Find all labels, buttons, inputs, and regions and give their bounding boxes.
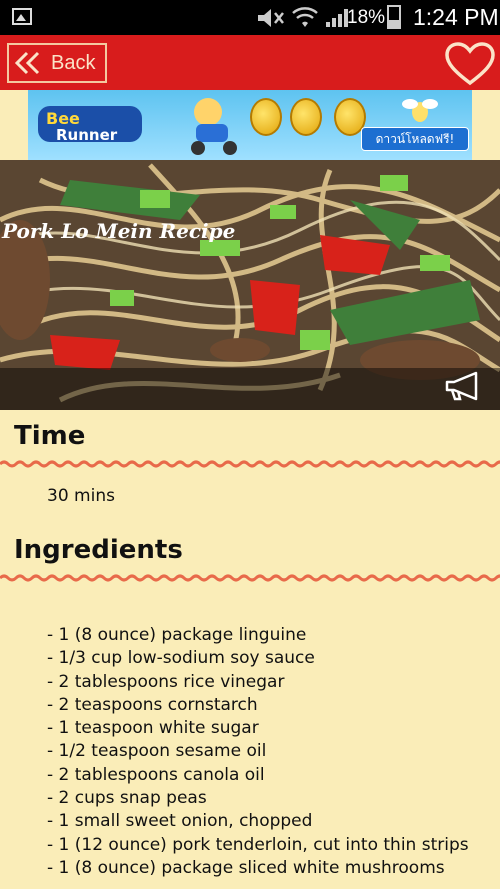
double-chevron-left-icon <box>15 51 40 75</box>
ingredient-item: - 1 small sweet onion, chopped <box>47 811 313 832</box>
ingredient-item: - 1 (8 ounce) package linguine <box>47 625 307 645</box>
ingredient-item: - 2 teaspoons cornstarch <box>47 694 258 715</box>
ingredient-item: - 2 cups snap peas <box>47 788 207 809</box>
app-bar: Back <box>0 35 500 90</box>
ingredient-item: - 1 (12 ounce) pork tenderloin, cut into… <box>47 834 469 855</box>
title-overlay <box>0 368 500 410</box>
recipe-hero-image <box>0 160 500 410</box>
ingredient-item: - 2 tablespoons rice vinegar <box>47 671 285 692</box>
download-cta[interactable]: ดาวน์โหลดฟรี! <box>361 127 469 151</box>
time-heading: Time <box>14 421 86 451</box>
coin-icon <box>250 98 282 136</box>
ingredient-item: - 1/3 cup low-sodium soy sauce <box>47 648 315 669</box>
ingredient-item: - 1 teaspoon white sugar <box>47 718 259 739</box>
fairy-icon <box>402 99 438 122</box>
bee-runner-logo: Bee Runner <box>38 106 142 144</box>
back-button[interactable]: Back <box>7 43 107 83</box>
svg-text:Runner: Runner <box>56 126 118 144</box>
ingredients-heading: Ingredients <box>14 535 183 565</box>
character-illustration <box>191 98 237 155</box>
wave-divider <box>0 460 500 468</box>
coin-icon <box>290 98 322 136</box>
back-label: Back <box>51 51 96 74</box>
clock: 1:24 PM <box>413 4 499 30</box>
megaphone-icon[interactable] <box>444 370 482 402</box>
ingredient-item: - 1 (8 ounce) package sliced white mushr… <box>47 857 445 878</box>
mute-icon <box>258 9 284 27</box>
battery-icon <box>387 5 401 29</box>
battery-percent: 18% <box>347 7 386 28</box>
ingredients-list: - 1 (8 ounce) package linguine - 1/3 cup … <box>42 624 492 880</box>
status-bar: 18% 1:24 PM <box>0 0 500 35</box>
ad-banner[interactable]: Bee Runner ดาวน์โหลดฟรี! <box>28 90 472 160</box>
status-icons <box>256 6 350 30</box>
ingredient-item: - 1/2 teaspoon sesame oil <box>47 741 267 762</box>
wave-divider <box>0 574 500 582</box>
time-value: 30 mins <box>47 486 115 506</box>
gallery-notification-icon <box>12 8 32 25</box>
recipe-title: Pork Lo Mein Recipe <box>2 219 236 243</box>
ingredient-item: - 2 tablespoons canola oil <box>47 764 265 785</box>
wifi-icon <box>292 7 318 27</box>
favorite-heart-icon[interactable] <box>444 42 496 86</box>
